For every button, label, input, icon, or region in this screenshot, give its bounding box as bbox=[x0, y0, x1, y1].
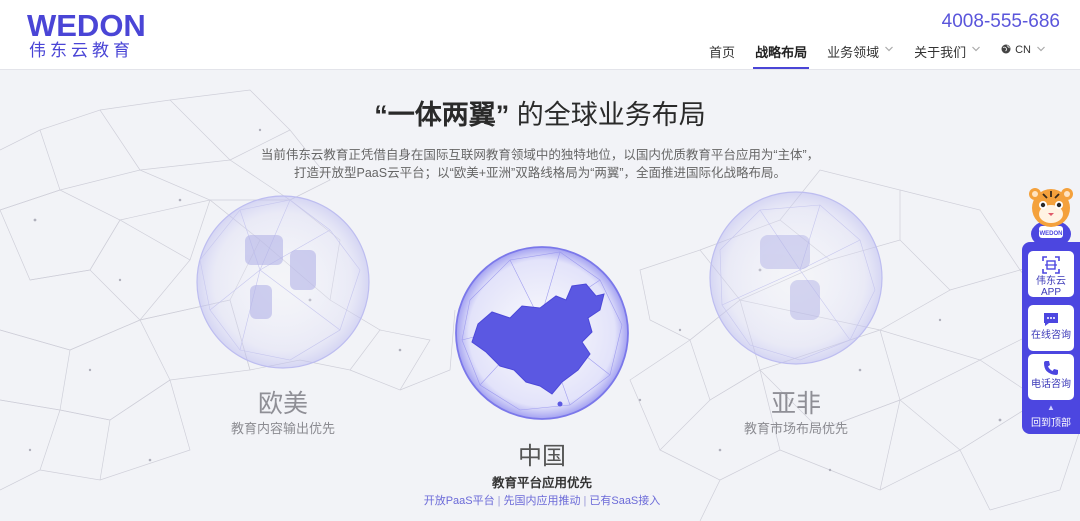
chat-bubble-icon bbox=[1044, 313, 1058, 326]
hotline-phone[interactable]: 4008-555-686 bbox=[942, 11, 1060, 33]
nav-about-label: 关于我们 bbox=[914, 45, 967, 60]
link-separator: | bbox=[583, 495, 587, 507]
language-selector[interactable]: CN bbox=[1001, 40, 1046, 69]
nav-about[interactable]: 关于我们 bbox=[914, 40, 981, 69]
phone-icon bbox=[1044, 361, 1058, 375]
hero-desc-line-2: 打造开放型PaaS云平台；以“欧美+亚洲”双路线格局为“两翼”，全面推进国际化战… bbox=[293, 166, 787, 180]
region-west-sub: 教育内容输出优先 bbox=[230, 421, 335, 436]
back-to-top-label: 回到顶部 bbox=[1031, 418, 1071, 429]
mascot-badge-text: WEDON bbox=[1040, 231, 1063, 237]
wedon-logo[interactable]: WEDON 伟东云教育 bbox=[27, 9, 157, 61]
link-open-paas[interactable]: 开放PaaS平台 bbox=[424, 495, 495, 507]
floating-side-panel: 伟东云APP 在线咨询 电话咨询 ▲ 回到顶部 bbox=[1022, 242, 1080, 434]
scan-qr-icon bbox=[1042, 256, 1060, 274]
region-china-name: 中国 bbox=[518, 443, 566, 470]
chevron-down-icon bbox=[1037, 46, 1045, 52]
nav-home[interactable]: 首页 bbox=[709, 40, 735, 69]
region-china-sub: 教育平台应用优先 bbox=[491, 476, 592, 490]
hero-title-rest: 的全球业务布局 bbox=[509, 100, 706, 130]
language-label: CN bbox=[1015, 44, 1031, 56]
hero-title: “一体两翼” 的全球业务布局 bbox=[0, 98, 1080, 132]
online-chat-button[interactable]: 在线咨询 bbox=[1028, 305, 1074, 351]
chevron-down-icon bbox=[972, 46, 981, 52]
online-chat-label: 在线咨询 bbox=[1031, 330, 1071, 341]
globe-asia-africa bbox=[709, 191, 883, 365]
hero-desc-line-1: 当前伟东云教育正凭借自身在国际互联网教育领域中的独特地位，以国内优质教育平台应用… bbox=[260, 148, 820, 162]
nav-strategy[interactable]: 战略布局 bbox=[753, 40, 810, 69]
nav-business[interactable]: 业务领域 bbox=[827, 40, 894, 69]
nav-strategy-label: 战略布局 bbox=[755, 45, 808, 60]
link-domestic-first[interactable]: 先国内应用推动 bbox=[504, 495, 581, 507]
phone-consult-button[interactable]: 电话咨询 bbox=[1028, 354, 1074, 400]
main-nav: 首页 战略布局 业务领域 关于我们 CN bbox=[689, 40, 1046, 69]
nav-business-label: 业务领域 bbox=[827, 45, 880, 60]
tiger-mascot-icon: WEDON bbox=[1029, 188, 1073, 248]
region-east-name: 亚非 bbox=[770, 390, 821, 418]
link-saas-access[interactable]: 已有SaaS接入 bbox=[589, 495, 660, 507]
site-header: WEDON 伟东云教育 4008-555-686 首页 战略布局 业务领域 关于… bbox=[0, 0, 1080, 70]
app-download-label: 伟东云APP bbox=[1036, 276, 1066, 298]
app-download-button[interactable]: 伟东云APP bbox=[1028, 251, 1074, 298]
arrow-up-icon: ▲ bbox=[1047, 403, 1055, 412]
hero-description: 当前伟东云教育正凭借自身在国际互联网教育领域中的独特地位，以国内优质教育平台应用… bbox=[220, 146, 860, 182]
phone-consult-label: 电话咨询 bbox=[1031, 379, 1071, 390]
globe-icon bbox=[1001, 44, 1011, 54]
globe-europe-america bbox=[196, 195, 370, 369]
china-feature-links: 开放PaaS平台 | 先国内应用推动 | 已有SaaS接入 bbox=[342, 492, 742, 508]
region-west-name: 欧美 bbox=[257, 390, 308, 418]
logo-wordmark: WEDON bbox=[27, 8, 146, 43]
globe-china bbox=[455, 246, 629, 420]
link-separator: | bbox=[497, 495, 501, 507]
logo-subtitle: 伟东云教育 bbox=[29, 41, 134, 60]
hero-title-highlight: “一体两翼” bbox=[374, 100, 510, 130]
nav-home-label: 首页 bbox=[709, 45, 736, 60]
region-east-sub: 教育市场布局优先 bbox=[743, 421, 848, 436]
back-to-top-button[interactable]: ▲ 回到顶部 bbox=[1022, 403, 1080, 430]
chevron-down-icon bbox=[885, 46, 894, 52]
